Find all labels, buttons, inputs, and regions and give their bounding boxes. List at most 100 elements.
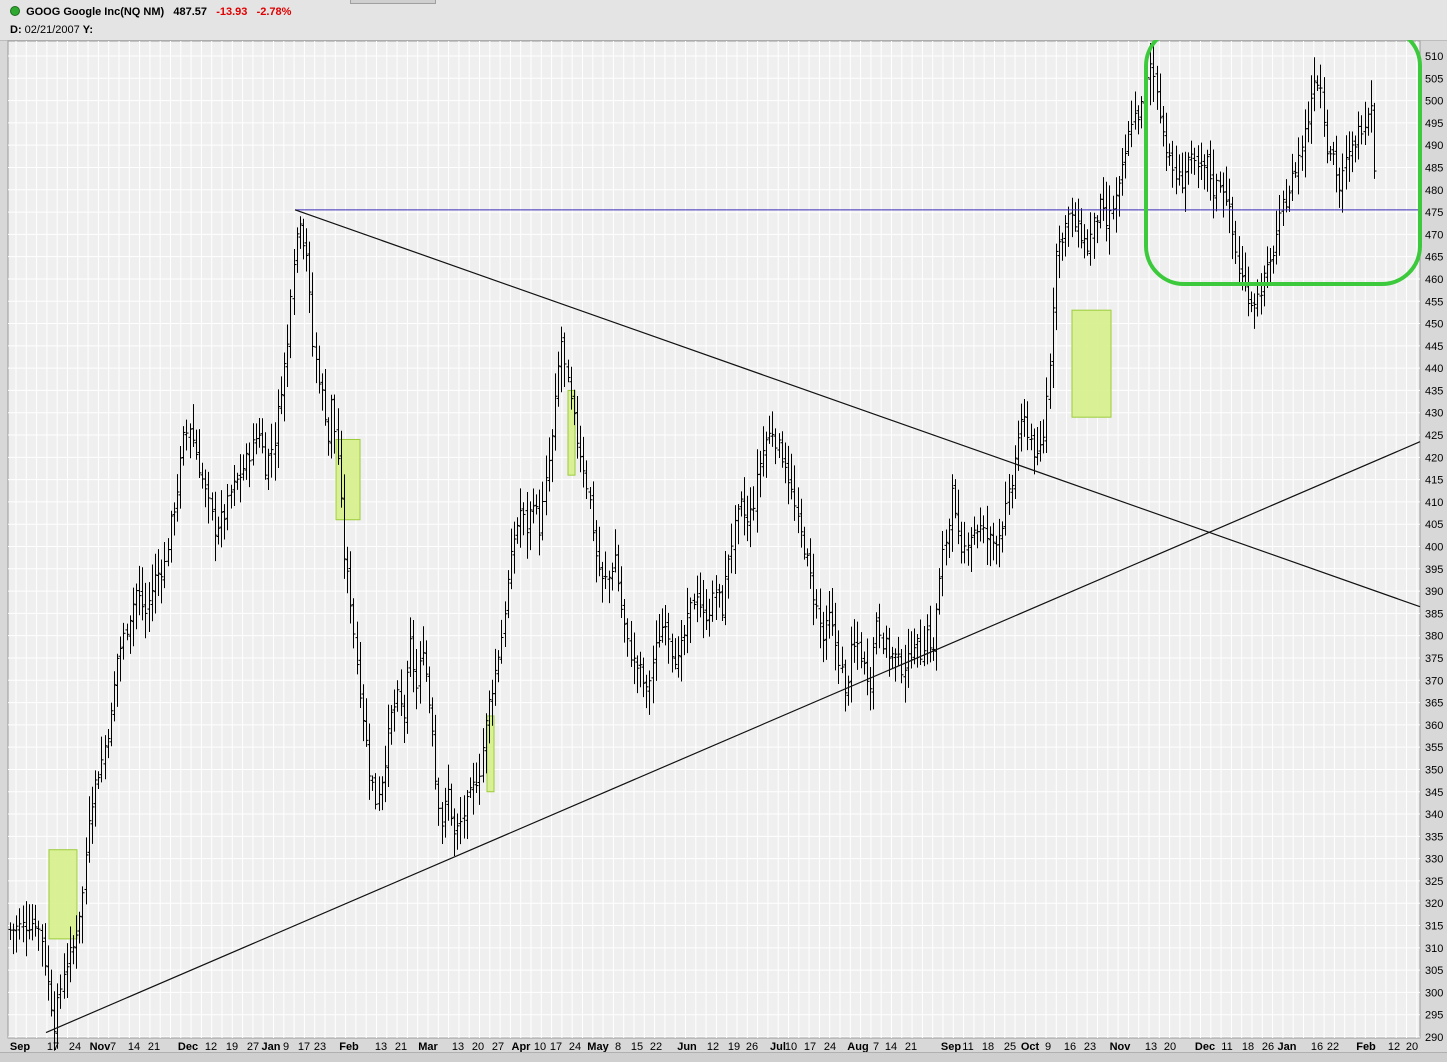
cursor-date: 02/21/2007 bbox=[24, 24, 80, 36]
x-tick-label: 11 bbox=[1221, 1041, 1232, 1052]
y-tick-label: 340 bbox=[1425, 809, 1443, 821]
x-tick-label: Feb bbox=[339, 1041, 359, 1052]
x-tick-label: 10 bbox=[785, 1041, 797, 1052]
y-tick-label: 430 bbox=[1425, 408, 1443, 420]
y-tick-label: 325 bbox=[1425, 876, 1443, 888]
x-tick-label: 12 bbox=[707, 1041, 719, 1052]
x-tick-label: Sep bbox=[10, 1041, 30, 1052]
x-tick-label: Feb bbox=[1356, 1041, 1376, 1052]
y-tick-label: 480 bbox=[1425, 185, 1443, 197]
x-tick-label: 22 bbox=[1327, 1041, 1339, 1052]
y-tick-label: 470 bbox=[1425, 229, 1443, 241]
y-tick-label: 510 bbox=[1425, 51, 1443, 63]
x-tick-label: 17 bbox=[298, 1041, 310, 1052]
x-tick-label: 15 bbox=[631, 1041, 643, 1052]
x-tick-label: 10 bbox=[534, 1041, 546, 1052]
x-tick-label: May bbox=[587, 1041, 609, 1052]
chart-header: GOOG Google Inc(NQ NM) 487.57 -13.93 -2.… bbox=[0, 0, 1447, 41]
y-tick-label: 295 bbox=[1425, 1010, 1443, 1022]
quote-line: GOOG Google Inc(NQ NM) 487.57 -13.93 -2.… bbox=[10, 6, 291, 18]
y-tick-label: 335 bbox=[1425, 831, 1443, 843]
plot-area bbox=[7, 40, 1421, 1039]
y-tick-label: 310 bbox=[1425, 943, 1443, 955]
x-tick-label: Jun bbox=[677, 1041, 697, 1052]
y-tick-label: 375 bbox=[1425, 653, 1443, 665]
y-label: Y: bbox=[82, 24, 93, 36]
y-tick-label: 370 bbox=[1425, 675, 1443, 687]
x-tick-label: 21 bbox=[905, 1041, 917, 1052]
x-tick-label: Nov bbox=[1110, 1041, 1132, 1052]
x-tick-label: 18 bbox=[1242, 1041, 1254, 1052]
x-tick-label: 13 bbox=[1145, 1041, 1157, 1052]
x-tick-label: 20 bbox=[472, 1041, 484, 1052]
y-tick-label: 345 bbox=[1425, 787, 1443, 799]
x-tick-label: 13 bbox=[375, 1041, 387, 1052]
x-tick-label: Oct bbox=[1021, 1041, 1040, 1052]
y-tick-label: 495 bbox=[1425, 118, 1443, 130]
x-tick-label: 27 bbox=[247, 1041, 259, 1052]
x-tick-label: Jan bbox=[262, 1041, 281, 1052]
x-tick-label: 26 bbox=[1262, 1041, 1274, 1052]
x-tick-label: Dec bbox=[178, 1041, 198, 1052]
y-tick-label: 415 bbox=[1425, 475, 1443, 487]
y-tick-label: 450 bbox=[1425, 319, 1443, 331]
x-tick-label: 20 bbox=[1164, 1041, 1176, 1052]
x-tick-label: 21 bbox=[148, 1041, 160, 1052]
highlight-box bbox=[48, 849, 78, 940]
x-tick-label: 9 bbox=[1045, 1041, 1051, 1052]
y-tick-label: 455 bbox=[1425, 296, 1443, 308]
x-tick-label: 7 bbox=[110, 1041, 116, 1052]
y-tick-label: 420 bbox=[1425, 452, 1443, 464]
date-label: D: bbox=[10, 24, 22, 36]
y-tick-label: 365 bbox=[1425, 698, 1443, 710]
x-tick-label: 19 bbox=[226, 1041, 238, 1052]
x-tick-label: 27 bbox=[492, 1041, 504, 1052]
y-tick-label: 350 bbox=[1425, 764, 1443, 776]
last-price: 487.57 bbox=[173, 6, 208, 18]
y-tick-label: 360 bbox=[1425, 720, 1443, 732]
x-tick-label: 13 bbox=[452, 1041, 464, 1052]
y-tick-label: 395 bbox=[1425, 564, 1443, 576]
y-tick-label: 410 bbox=[1425, 497, 1443, 509]
x-tick-label: 24 bbox=[824, 1041, 836, 1052]
highlight-box bbox=[335, 438, 361, 521]
symbol: GOOG bbox=[26, 6, 61, 18]
x-tick-label: Nov bbox=[90, 1041, 112, 1052]
window-tab[interactable] bbox=[350, 0, 436, 4]
price-change: -13.93 bbox=[216, 6, 248, 18]
y-tick-label: 290 bbox=[1425, 1032, 1443, 1044]
x-tick-label: Sep bbox=[941, 1041, 961, 1052]
x-tick-label: 9 bbox=[283, 1041, 289, 1052]
status-icon bbox=[10, 6, 20, 16]
highlight-box bbox=[486, 715, 495, 793]
y-tick-label: 505 bbox=[1425, 73, 1443, 85]
x-tick-label: 14 bbox=[885, 1041, 897, 1052]
x-tick-label: 23 bbox=[314, 1041, 326, 1052]
x-tick-label: Jul bbox=[770, 1041, 786, 1052]
y-tick-label: 305 bbox=[1425, 965, 1443, 977]
y-tick-label: 355 bbox=[1425, 742, 1443, 754]
y-tick-label: 300 bbox=[1425, 987, 1443, 999]
y-tick-label: 435 bbox=[1425, 385, 1443, 397]
x-tick-label: 14 bbox=[128, 1041, 140, 1052]
x-tick-label: Mar bbox=[418, 1041, 438, 1052]
price-chart[interactable]: 290 295 300 305 310 315 320 325 330 335 340 345 350 3… bbox=[0, 40, 1447, 1052]
y-tick-label: 440 bbox=[1425, 363, 1443, 375]
x-tick-label: 18 bbox=[982, 1041, 994, 1052]
x-tick-label: 23 bbox=[1084, 1041, 1096, 1052]
y-tick-label: 500 bbox=[1425, 96, 1443, 108]
y-tick-label: 385 bbox=[1425, 608, 1443, 620]
x-tick-label: 26 bbox=[746, 1041, 758, 1052]
x-tick-label: 11 bbox=[962, 1041, 973, 1052]
x-tick-label: 20 bbox=[1406, 1041, 1418, 1052]
y-tick-label: 425 bbox=[1425, 430, 1443, 442]
cursor-readout: D: 02/21/2007 Y: bbox=[10, 24, 93, 36]
x-tick-label: 24 bbox=[69, 1041, 81, 1052]
x-tick-label: Jan bbox=[1278, 1041, 1297, 1052]
y-tick-label: 330 bbox=[1425, 854, 1443, 866]
x-tick-label: 17 bbox=[804, 1041, 816, 1052]
y-tick-label: 490 bbox=[1425, 140, 1443, 152]
y-tick-label: 380 bbox=[1425, 631, 1443, 643]
y-tick-label: 320 bbox=[1425, 898, 1443, 910]
x-tick-label: 22 bbox=[650, 1041, 662, 1052]
